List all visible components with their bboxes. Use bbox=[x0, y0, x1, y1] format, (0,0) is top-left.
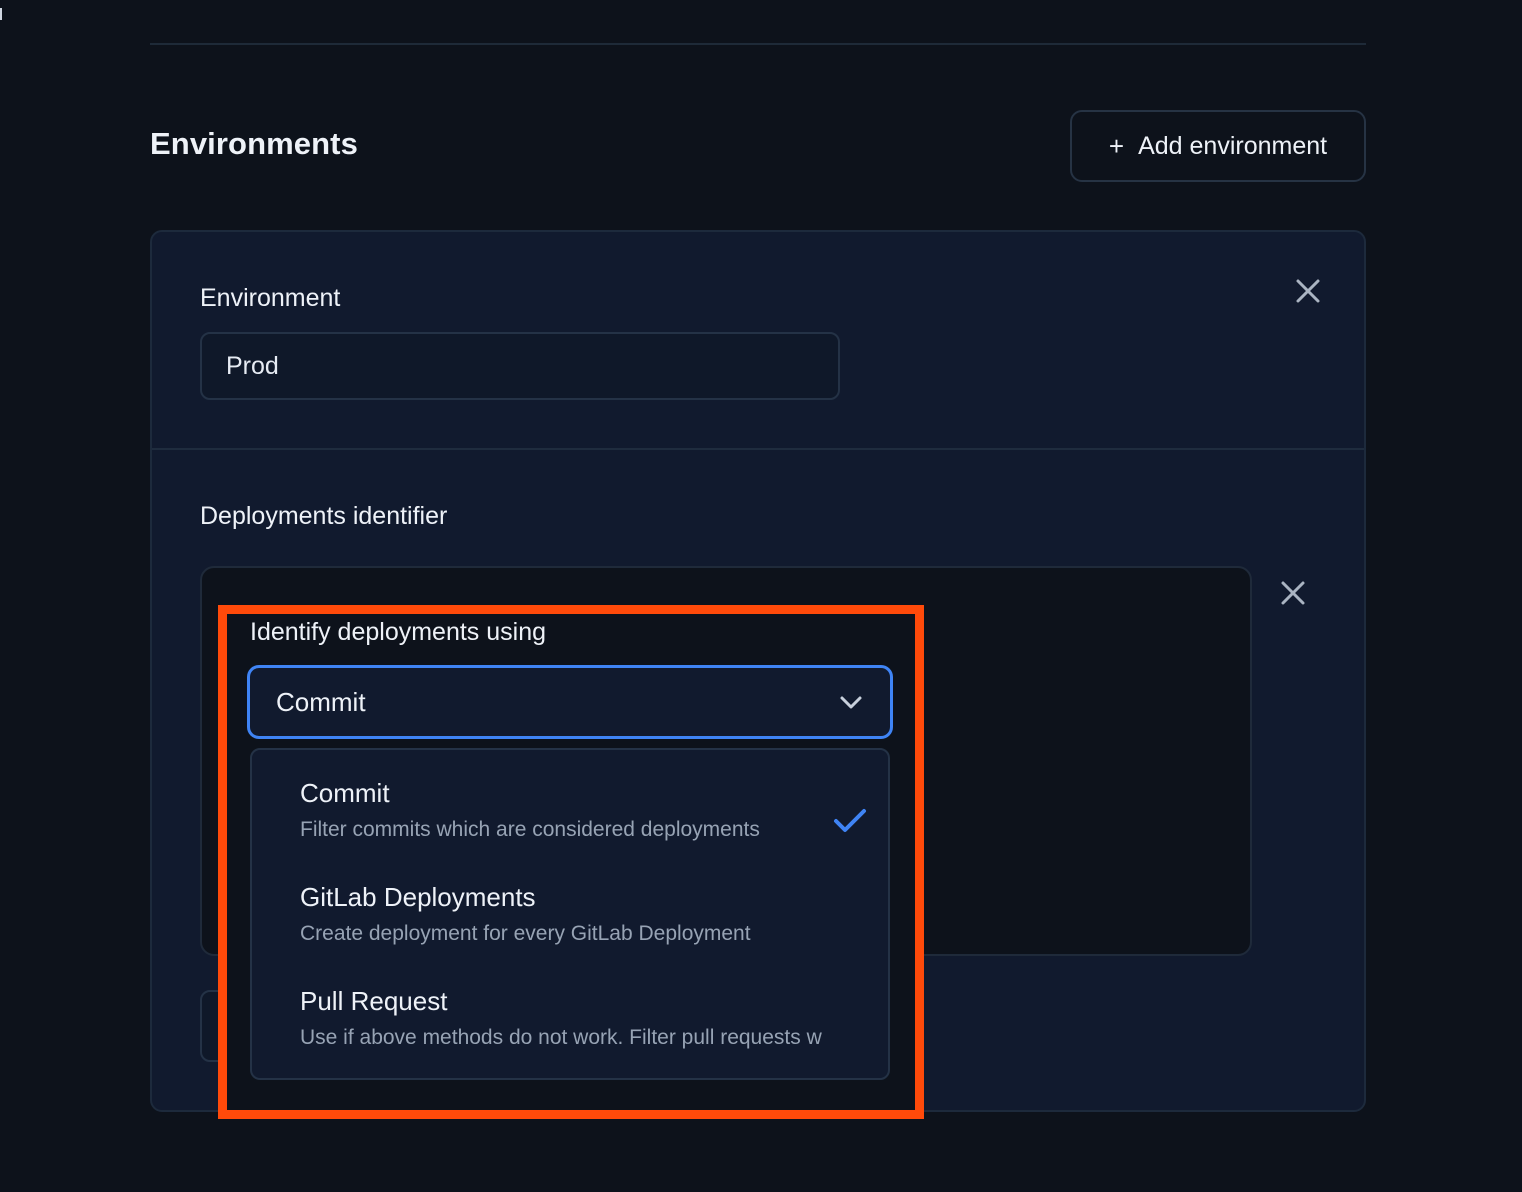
option-description: Filter commits which are considered depl… bbox=[300, 818, 760, 841]
option-title: Commit bbox=[300, 778, 390, 808]
chevron-down-icon bbox=[840, 696, 862, 709]
window-edge-mark bbox=[0, 8, 2, 20]
section-title: Environments bbox=[150, 126, 358, 161]
environment-name-value: Prod bbox=[226, 351, 279, 380]
environment-label: Environment bbox=[200, 284, 341, 312]
option-title: GitLab Deployments bbox=[300, 882, 536, 912]
option-description: Create deployment for every GitLab Deplo… bbox=[300, 922, 751, 945]
option-gitlab-deployments[interactable]: GitLab Deployments Create deployment for… bbox=[252, 866, 888, 970]
environment-name-input[interactable]: Prod bbox=[200, 332, 840, 400]
option-title: Pull Request bbox=[300, 986, 448, 1016]
plus-icon: + bbox=[1108, 131, 1125, 161]
identify-method-menu: Commit Filter commits which are consider… bbox=[250, 748, 890, 1080]
close-icon bbox=[1296, 279, 1320, 303]
option-pull-request[interactable]: Pull Request Use if above methods do not… bbox=[252, 970, 888, 1074]
remove-identifier-button[interactable] bbox=[1278, 578, 1308, 608]
card-divider bbox=[152, 448, 1364, 450]
option-commit[interactable]: Commit Filter commits which are consider… bbox=[252, 762, 888, 866]
identify-deployments-label: Identify deployments using bbox=[250, 618, 547, 646]
add-environment-label: Add environment bbox=[1138, 131, 1328, 160]
check-icon bbox=[834, 809, 866, 832]
option-description: Use if above methods do not work. Filter… bbox=[300, 1026, 822, 1049]
identify-method-value: Commit bbox=[276, 686, 366, 717]
close-icon bbox=[1281, 581, 1305, 605]
remove-environment-button[interactable] bbox=[1293, 276, 1323, 306]
section-divider bbox=[150, 43, 1366, 45]
identify-method-select[interactable]: Commit bbox=[247, 665, 893, 739]
add-environment-button[interactable]: + Add environment bbox=[1070, 110, 1366, 182]
deployments-identifier-label: Deployments identifier bbox=[200, 502, 448, 530]
page: Environments + Add environment Environme… bbox=[0, 0, 1522, 1192]
